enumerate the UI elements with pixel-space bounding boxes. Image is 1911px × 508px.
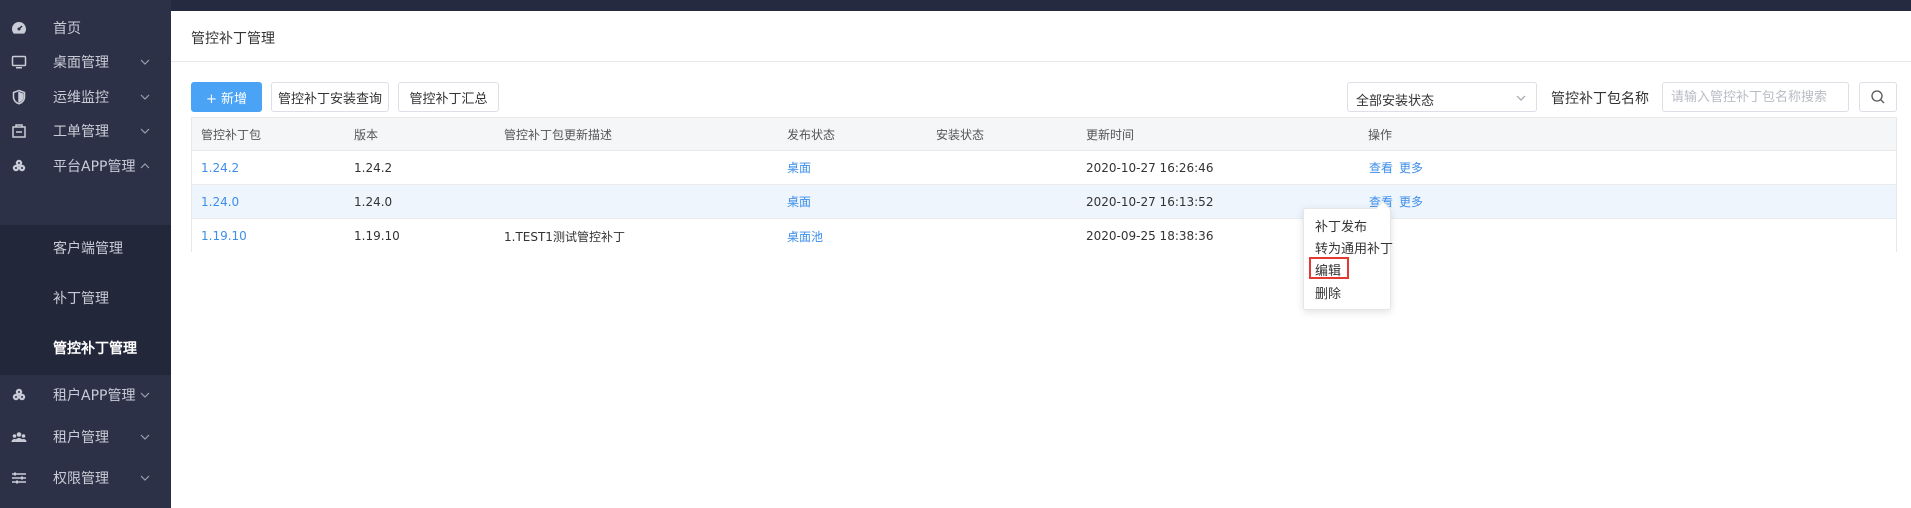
sidebar-subitem-label: 客户端管理 — [53, 241, 123, 257]
version-cell: 1.19.10 — [354, 229, 400, 243]
sidebar-item-label: 桌面管理 — [53, 55, 109, 71]
description-cell: 1.TEST1测试管控补丁 — [504, 229, 625, 244]
page-header: 管控补丁管理 — [171, 11, 1911, 62]
publish-status-link[interactable]: 桌面 — [787, 185, 811, 218]
chevron-up-icon — [140, 163, 150, 169]
add-button[interactable]: + 新增 — [191, 82, 262, 112]
search-button[interactable] — [1859, 82, 1897, 112]
sidebar-subitem-patch[interactable]: 补丁管理 — [0, 274, 171, 322]
menu-item-delete[interactable]: 删除 — [1304, 281, 1392, 303]
top-bar — [0, 0, 1911, 11]
more-link[interactable]: 更多 — [1399, 151, 1423, 184]
search-label: 管控补丁包名称 — [1551, 91, 1649, 107]
menu-item-convert-general-patch[interactable]: 转为通用补丁 — [1304, 236, 1393, 258]
sidebar-subitem-label: 管控补丁管理 — [53, 341, 137, 357]
chevron-down-icon — [140, 94, 150, 100]
monitor-icon — [11, 54, 27, 70]
sidebar-item-label: 首页 — [53, 21, 81, 37]
page-title: 管控补丁管理 — [191, 31, 275, 47]
select-value: 全部安装状态 — [1356, 94, 1435, 109]
menu-item-publish-patch[interactable]: 补丁发布 — [1304, 214, 1392, 236]
sidebar-item-label: 租户管理 — [53, 430, 109, 446]
table-row: 1.19.10 1.19.10 1.TEST1测试管控补丁 桌面池 2020-0… — [192, 219, 1896, 253]
package-link[interactable]: 1.24.0 — [201, 185, 239, 218]
package-link[interactable]: 1.19.10 — [201, 219, 247, 253]
sidebar-item-label: 租户APP管理 — [53, 388, 136, 404]
chevron-down-icon — [140, 392, 150, 398]
apps-icon — [11, 387, 27, 403]
updated-time-cell: 2020-09-25 18:38:36 — [1086, 229, 1214, 243]
version-cell: 1.24.2 — [354, 160, 393, 175]
sidebar-item-permissions[interactable]: 权限管理 — [0, 457, 171, 499]
sidebar-item-tenants[interactable]: 租户管理 — [0, 416, 171, 458]
sidebar-item-tenant-app[interactable]: 租户APP管理 — [0, 374, 171, 416]
sidebar-subitem-control-patch[interactable]: 管控补丁管理 — [0, 324, 171, 372]
view-link[interactable]: 查看 — [1369, 151, 1393, 184]
install-query-button[interactable]: 管控补丁安装查询 — [271, 82, 389, 112]
patch-table: 管控补丁包 版本 管控补丁包更新描述 发布状态 安装状态 更新时间 操作 1.2… — [191, 117, 1897, 253]
chevron-down-icon — [140, 475, 150, 481]
column-header: 发布状态 — [787, 127, 836, 142]
table-row: 1.24.0 1.24.0 桌面 2020-10-27 16:13:52 查看 … — [192, 185, 1896, 219]
updated-time-cell: 2020-10-27 16:13:52 — [1086, 194, 1214, 209]
sidebar-item-label: 工单管理 — [53, 124, 109, 140]
sidebar-item-label: 权限管理 — [53, 471, 109, 487]
publish-status-link[interactable]: 桌面 — [787, 151, 811, 184]
column-header: 安装状态 — [936, 127, 985, 142]
chevron-down-icon — [1516, 95, 1526, 101]
apps-icon — [11, 158, 27, 174]
version-cell: 1.24.0 — [354, 194, 393, 209]
more-link[interactable]: 更多 — [1399, 185, 1423, 218]
column-header: 管控补丁包更新描述 — [504, 127, 613, 142]
column-header: 版本 — [354, 127, 379, 142]
shield-icon — [11, 89, 27, 105]
sidebar-item-label: 运维监控 — [53, 90, 109, 106]
table-row: 1.24.2 1.24.2 桌面 2020-10-27 16:26:46 查看 … — [192, 151, 1896, 185]
more-dropdown-menu: 补丁发布 转为通用补丁 编辑 删除 — [1303, 200, 1393, 310]
sidebar-item-platform-app[interactable]: 平台APP管理 — [0, 145, 171, 187]
package-link[interactable]: 1.24.2 — [201, 151, 239, 184]
edit-highlight-box — [1309, 257, 1349, 279]
updated-time-cell: 2020-10-27 16:26:46 — [1086, 160, 1214, 175]
chevron-down-icon — [140, 434, 150, 440]
table-header: 管控补丁包 版本 管控补丁包更新描述 发布状态 安装状态 更新时间 操作 — [192, 118, 1896, 151]
sidebar-subitem-label: 补丁管理 — [53, 291, 109, 307]
ticket-icon — [11, 123, 27, 139]
main-content: 管控补丁管理 + 新增 管控补丁安装查询 管控补丁汇总 全部安装状态 管控补丁包… — [171, 11, 1911, 508]
dashboard-icon — [11, 20, 27, 36]
users-icon — [11, 429, 27, 445]
publish-status-link[interactable]: 桌面池 — [787, 219, 823, 253]
chevron-down-icon — [140, 128, 150, 134]
sliders-icon — [11, 470, 27, 486]
column-header: 管控补丁包 — [201, 127, 262, 142]
search-icon — [1871, 90, 1885, 104]
search-input[interactable] — [1662, 82, 1849, 112]
install-status-select[interactable]: 全部安装状态 — [1347, 82, 1537, 112]
sidebar-item-label: 平台APP管理 — [53, 159, 136, 175]
column-header: 操作 — [1368, 127, 1393, 142]
column-header: 更新时间 — [1086, 127, 1135, 142]
sidebar-subitem-client[interactable]: 客户端管理 — [0, 224, 171, 272]
chevron-down-icon — [140, 59, 150, 65]
summary-button[interactable]: 管控补丁汇总 — [398, 82, 499, 112]
sidebar: 首页 桌面管理 运维监控 工单管理 平台APP管理 客户端管理 补丁管理 管控补… — [0, 0, 171, 508]
